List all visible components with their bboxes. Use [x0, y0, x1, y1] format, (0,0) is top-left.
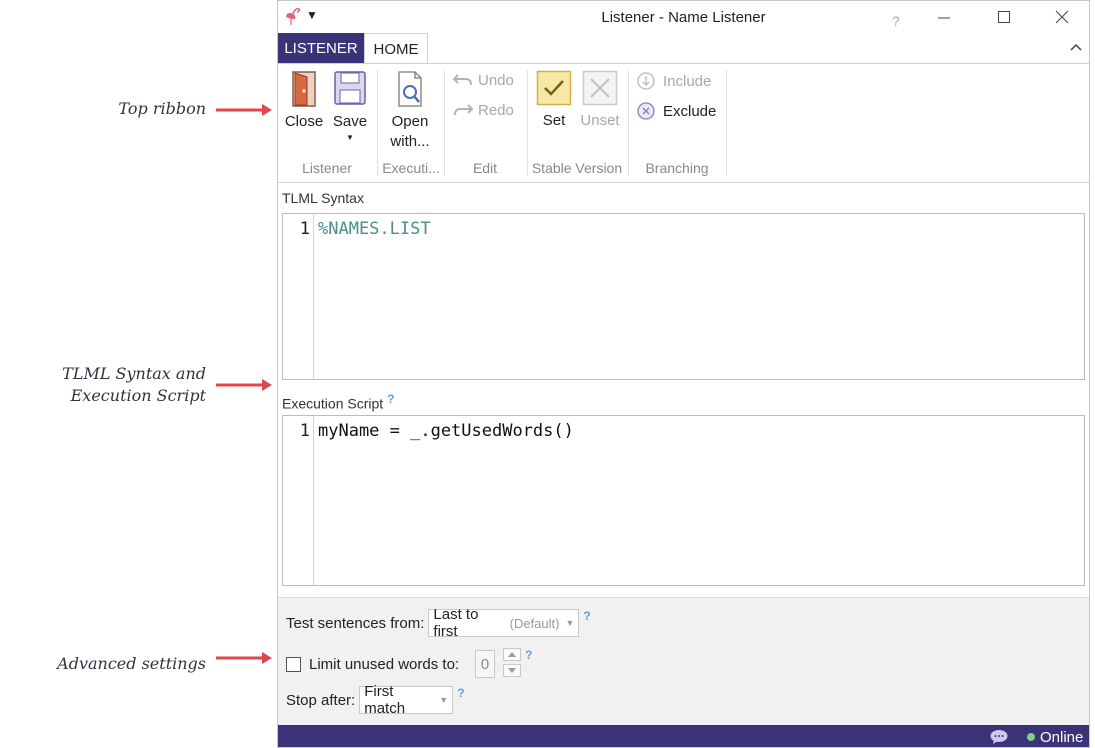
tab-listener[interactable]: LISTENER	[278, 33, 364, 63]
tlml-syntax-label: TLML Syntax	[282, 190, 364, 206]
open-with-label-line2: with...	[390, 133, 430, 150]
limit-unused-row: Limit unused words to: 0 ?	[286, 648, 532, 680]
collapse-ribbon-icon[interactable]	[1070, 42, 1082, 52]
close-button[interactable]: Close	[284, 70, 324, 132]
unset-button[interactable]: Unset	[578, 70, 622, 131]
annotation-top-ribbon: Top ribbon	[118, 99, 206, 118]
maximize-icon	[998, 11, 1010, 23]
stepper-up-button[interactable]	[503, 648, 522, 661]
test-sentences-default: (Default)	[509, 615, 560, 631]
status-bar: Online	[278, 725, 1089, 747]
minimize-button[interactable]	[924, 5, 964, 29]
exclude-label: Exclude	[663, 102, 717, 120]
stop-after-select[interactable]: First match ▼	[359, 683, 454, 717]
unset-label: Unset	[580, 112, 620, 129]
limit-unused-stepper	[503, 648, 522, 680]
chat-bubble-icon[interactable]	[989, 729, 1009, 745]
save-button[interactable]: Save ▼	[330, 70, 370, 144]
exclude-button[interactable]: Exclude	[636, 101, 716, 121]
close-label: Close	[284, 113, 324, 130]
title-bar: ▼ Listener - Name Listener ?	[278, 1, 1089, 33]
ribbon-tabs: LISTENER HOME	[278, 33, 1089, 64]
exclude-icon	[637, 102, 655, 120]
test-sentences-select[interactable]: Last to first (Default) ▼	[428, 606, 580, 640]
tlml-syntax-label-text: TLML Syntax	[282, 190, 364, 206]
minimize-icon	[938, 17, 950, 19]
annotation-tlml-line2: Execution Script	[70, 386, 206, 405]
group-label-execution: Executi...	[382, 160, 440, 176]
test-sentences-label: Test sentences from:	[286, 614, 425, 632]
redo-button[interactable]: Redo	[452, 101, 514, 119]
tlml-syntax-editor[interactable]: 1 %NAMES.LIST	[282, 213, 1085, 380]
stop-after-label: Stop after:	[286, 691, 356, 709]
execution-script-help-icon[interactable]: ?	[387, 392, 394, 406]
tab-home[interactable]: HOME	[364, 33, 428, 64]
include-button[interactable]: Include	[636, 71, 711, 91]
advanced-settings: Test sentences from: Last to first (Defa…	[278, 597, 1089, 725]
window-title: Listener - Name Listener	[601, 9, 766, 26]
group-separator	[726, 70, 727, 176]
stop-after-value: First match	[364, 683, 406, 717]
maximize-button[interactable]	[984, 5, 1024, 29]
tlml-code-line[interactable]: %NAMES.LIST	[318, 219, 431, 239]
line-number: 1	[299, 219, 310, 239]
limit-unused-help-icon[interactable]: ?	[525, 648, 532, 662]
checkmark-icon	[536, 70, 572, 106]
redo-icon	[454, 104, 474, 116]
document-search-icon	[398, 71, 422, 107]
undo-label: Undo	[478, 71, 514, 89]
chevron-up-icon	[508, 652, 517, 657]
limit-unused-label: Limit unused words to:	[309, 655, 460, 673]
annotation-advanced: Advanced settings	[57, 654, 206, 673]
redo-label: Redo	[478, 101, 514, 119]
open-with-label-line1: Open	[391, 113, 429, 130]
annotation-tlml: TLML Syntax and Execution Script	[20, 363, 206, 407]
stop-after-row: Stop after: First match ▼ ?	[286, 683, 465, 717]
open-with-button[interactable]: Open with...	[386, 70, 434, 152]
chevron-down-icon	[508, 668, 517, 673]
test-sentences-value: Last to first	[433, 606, 479, 640]
top-ribbon: Close Save ▼ Listener Open with... Execu…	[278, 63, 1089, 183]
chevron-down-icon: ▼	[439, 695, 449, 705]
group-label-stable-version: Stable Version	[531, 160, 623, 176]
execution-script-label: Execution Script ?	[282, 392, 394, 412]
set-button[interactable]: Set	[534, 70, 574, 131]
window-help-icon[interactable]: ?	[892, 13, 900, 29]
execution-script-editor[interactable]: 1 myName = _.getUsedWords()	[282, 415, 1085, 586]
line-number-gutter: 1	[283, 214, 314, 379]
include-label: Include	[663, 72, 712, 90]
online-status-text: Online	[1040, 729, 1084, 746]
set-label: Set	[542, 112, 566, 129]
undo-icon	[452, 74, 472, 86]
stepper-down-button[interactable]	[503, 664, 522, 677]
script-code-line[interactable]: myName = _.getUsedWords()	[318, 421, 574, 441]
save-label: Save	[332, 113, 368, 130]
limit-unused-checkbox[interactable]	[286, 656, 301, 672]
stop-after-help-icon[interactable]: ?	[457, 686, 464, 700]
online-status-dot-icon	[1027, 733, 1035, 741]
door-icon	[292, 71, 316, 107]
group-label-branching: Branching	[645, 160, 709, 176]
annotation-tlml-line1: TLML Syntax and	[62, 364, 206, 383]
test-sentences-help-icon[interactable]: ?	[583, 609, 590, 623]
close-window-button[interactable]	[1042, 5, 1082, 29]
chevron-down-icon: ▼	[565, 618, 575, 628]
test-sentences-row: Test sentences from: Last to first (Defa…	[286, 606, 591, 640]
cross-icon	[582, 70, 618, 106]
group-label-listener: Listener	[302, 160, 352, 176]
execution-script-label-text: Execution Script	[282, 395, 384, 412]
line-number-gutter: 1	[283, 416, 314, 585]
listener-window: ▼ Listener - Name Listener ? LISTENER HO…	[277, 0, 1090, 748]
arrow-icon	[216, 104, 272, 116]
floppy-disk-icon	[334, 71, 366, 105]
arrow-icon	[216, 379, 272, 391]
save-dropdown-icon[interactable]: ▼	[330, 132, 370, 144]
include-icon	[637, 72, 655, 90]
close-icon	[1055, 10, 1069, 24]
line-number: 1	[299, 421, 310, 441]
arrow-icon	[216, 652, 272, 664]
group-label-edit: Edit	[472, 160, 498, 176]
limit-unused-input[interactable]: 0	[475, 650, 496, 678]
undo-button[interactable]: Undo	[452, 71, 514, 89]
